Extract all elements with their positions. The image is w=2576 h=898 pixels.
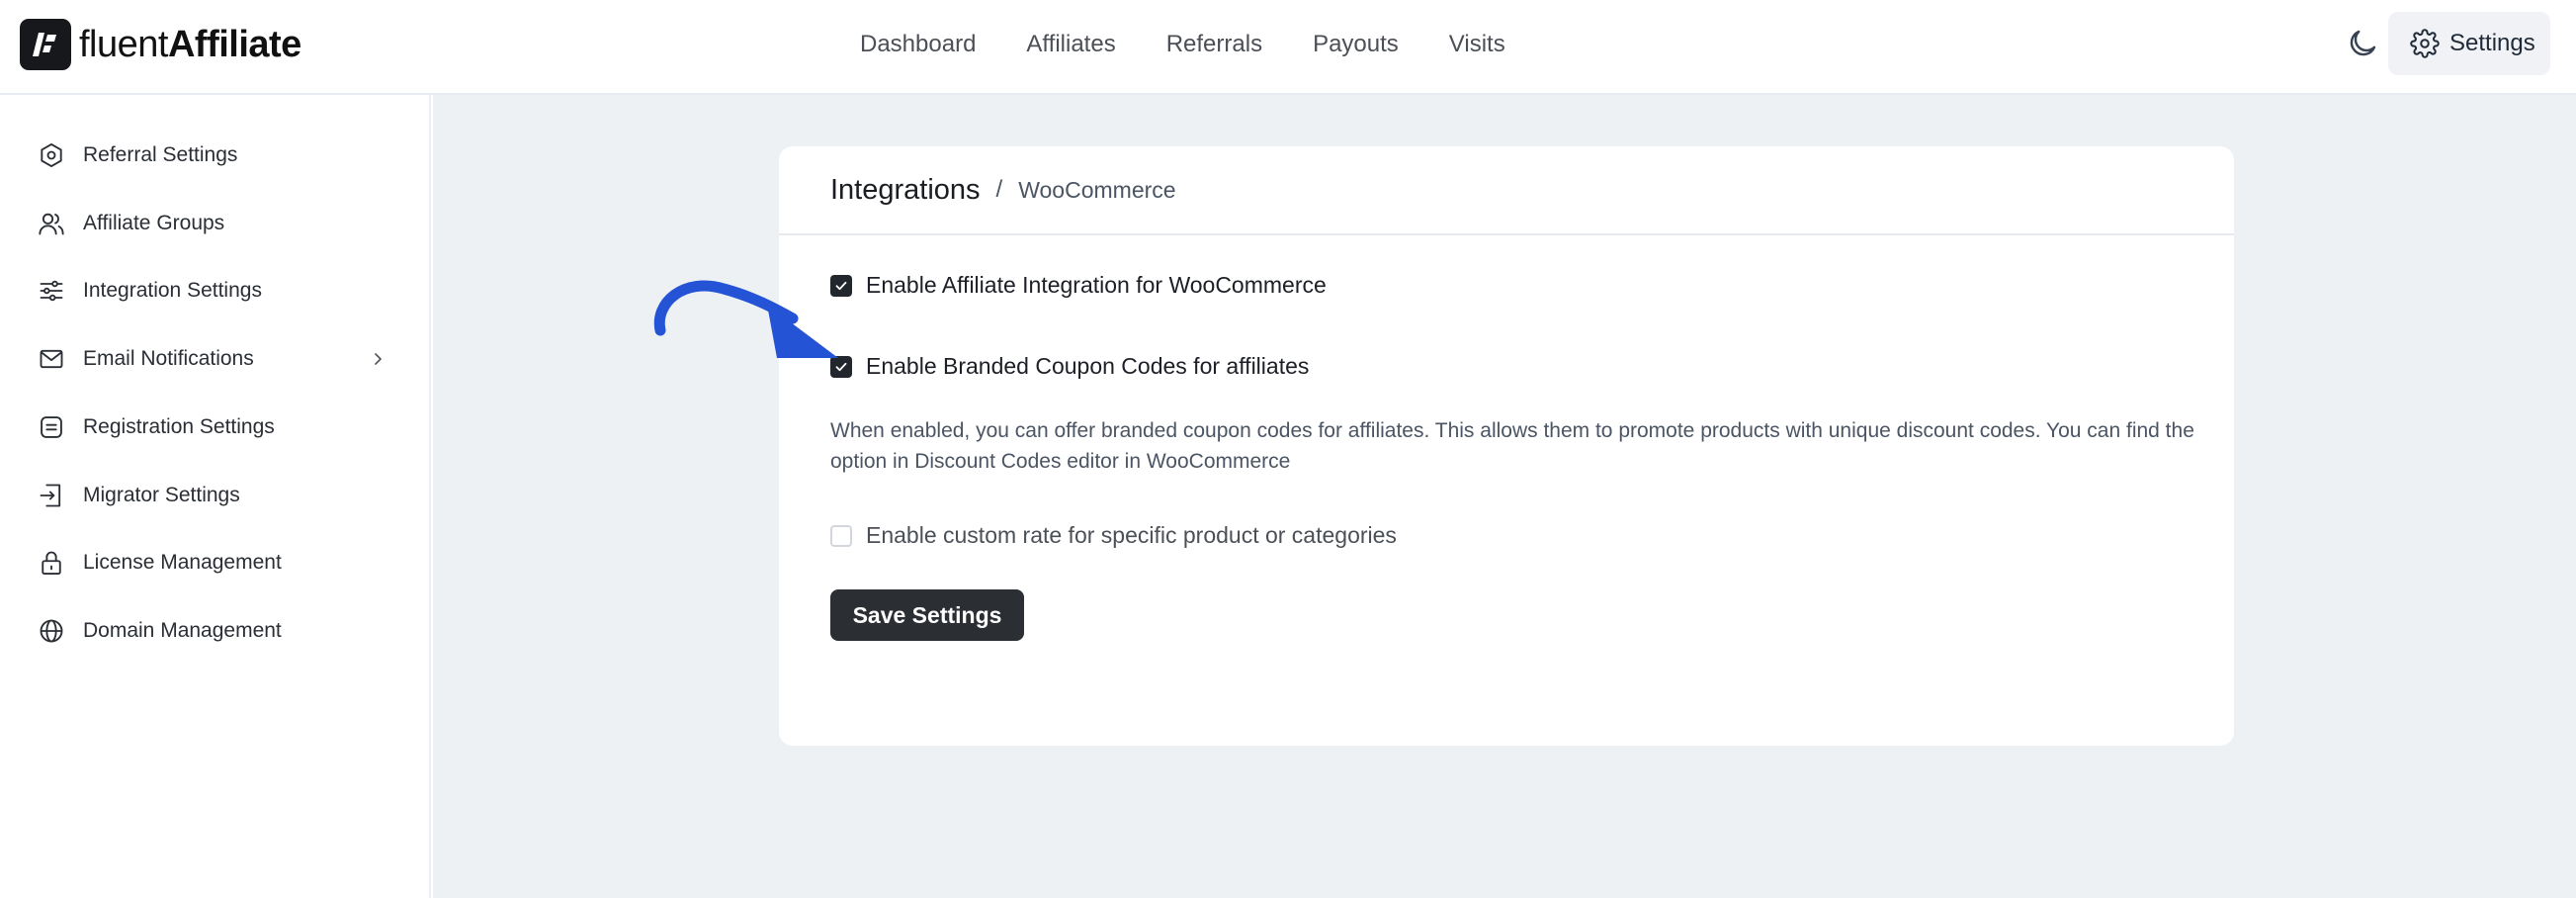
settings-button[interactable]: Settings — [2388, 12, 2550, 75]
sidebar-item-label: License Management — [83, 551, 282, 574]
sidebar-item-affiliate-groups[interactable]: Affiliate Groups — [36, 200, 411, 247]
sidebar-item-email-notifications[interactable]: Email Notifications — [36, 335, 411, 383]
sidebar-item-label: Migrator Settings — [83, 484, 240, 506]
option-label: Enable custom rate for specific product … — [866, 522, 1397, 548]
breadcrumb: Integrations / WooCommerce — [779, 146, 2234, 235]
lock-icon — [36, 547, 67, 579]
hexagon-settings-icon — [36, 139, 67, 171]
nav-payouts[interactable]: Payouts — [1313, 31, 1399, 58]
nav-affiliates[interactable]: Affiliates — [1026, 31, 1115, 58]
brand-name-bold: Affiliate — [167, 23, 301, 65]
form-icon — [36, 411, 67, 443]
fluent-logo-icon — [20, 19, 71, 70]
settings-sidebar: Referral Settings Affiliate Groups Integ… — [0, 95, 431, 898]
breadcrumb-integrations[interactable]: Integrations — [830, 174, 981, 207]
option-enable-branded-coupons[interactable]: Enable Branded Coupon Codes for affiliat… — [830, 353, 1309, 380]
brand-name-light: fluent — [79, 23, 168, 65]
sidebar-item-referral-settings[interactable]: Referral Settings — [36, 132, 411, 179]
sidebar-item-integration-settings[interactable]: Integration Settings — [36, 267, 411, 314]
sidebar-item-migrator-settings[interactable]: Migrator Settings — [36, 472, 411, 519]
sidebar-item-registration-settings[interactable]: Registration Settings — [36, 404, 411, 451]
woocommerce-integration-card: Integrations / WooCommerce Enable Affili… — [779, 146, 2234, 746]
sidebar-item-label: Referral Settings — [83, 143, 238, 166]
option-label: Enable Branded Coupon Codes for affiliat… — [866, 353, 1310, 379]
nav-visits[interactable]: Visits — [1449, 31, 1505, 58]
main-nav: Dashboard Affiliates Referrals Payouts V… — [860, 0, 1505, 89]
sidebar-item-label: Integration Settings — [83, 279, 262, 302]
option-label: Enable Affiliate Integration for WooComm… — [866, 272, 1327, 298]
globe-icon — [36, 615, 67, 647]
nav-referrals[interactable]: Referrals — [1166, 31, 1262, 58]
breadcrumb-current: WooCommerce — [1018, 176, 1176, 203]
save-settings-button[interactable]: Save Settings — [830, 589, 1024, 641]
option-enable-custom-rate[interactable]: Enable custom rate for specific product … — [830, 522, 1397, 549]
nav-dashboard[interactable]: Dashboard — [860, 31, 976, 58]
moon-icon — [2350, 30, 2376, 56]
branded-coupon-description: When enabled, you can offer branded coup… — [830, 419, 2194, 473]
breadcrumb-separator: / — [995, 176, 1003, 203]
users-icon — [36, 208, 67, 239]
sliders-icon — [36, 275, 67, 307]
top-navigation-bar: fluentAffiliate Dashboard Affiliates Ref… — [0, 0, 2576, 95]
chevron-right-icon[interactable] — [366, 347, 389, 371]
sidebar-item-label: Email Notifications — [83, 347, 254, 370]
sidebar-item-label: Domain Management — [83, 619, 282, 642]
brand-logo[interactable]: fluentAffiliate — [20, 18, 301, 71]
brand-name: fluentAffiliate — [79, 24, 301, 66]
sidebar-item-label: Registration Settings — [83, 415, 275, 438]
mail-icon — [36, 343, 67, 375]
settings-label: Settings — [2449, 30, 2535, 56]
import-icon — [36, 480, 67, 511]
sidebar-item-label: Affiliate Groups — [83, 212, 225, 234]
main-content: Integrations / WooCommerce Enable Affili… — [433, 95, 2576, 898]
annotation-arrow-icon — [653, 280, 838, 358]
sidebar-item-domain-management[interactable]: Domain Management — [36, 607, 411, 655]
sidebar-item-license-management[interactable]: License Management — [36, 539, 411, 586]
gear-icon — [2410, 29, 2440, 58]
option-enable-affiliate-integration[interactable]: Enable Affiliate Integration for WooComm… — [830, 272, 1327, 299]
dark-mode-toggle[interactable] — [2345, 26, 2380, 61]
checkbox-enable-custom-rate[interactable] — [830, 524, 852, 547]
